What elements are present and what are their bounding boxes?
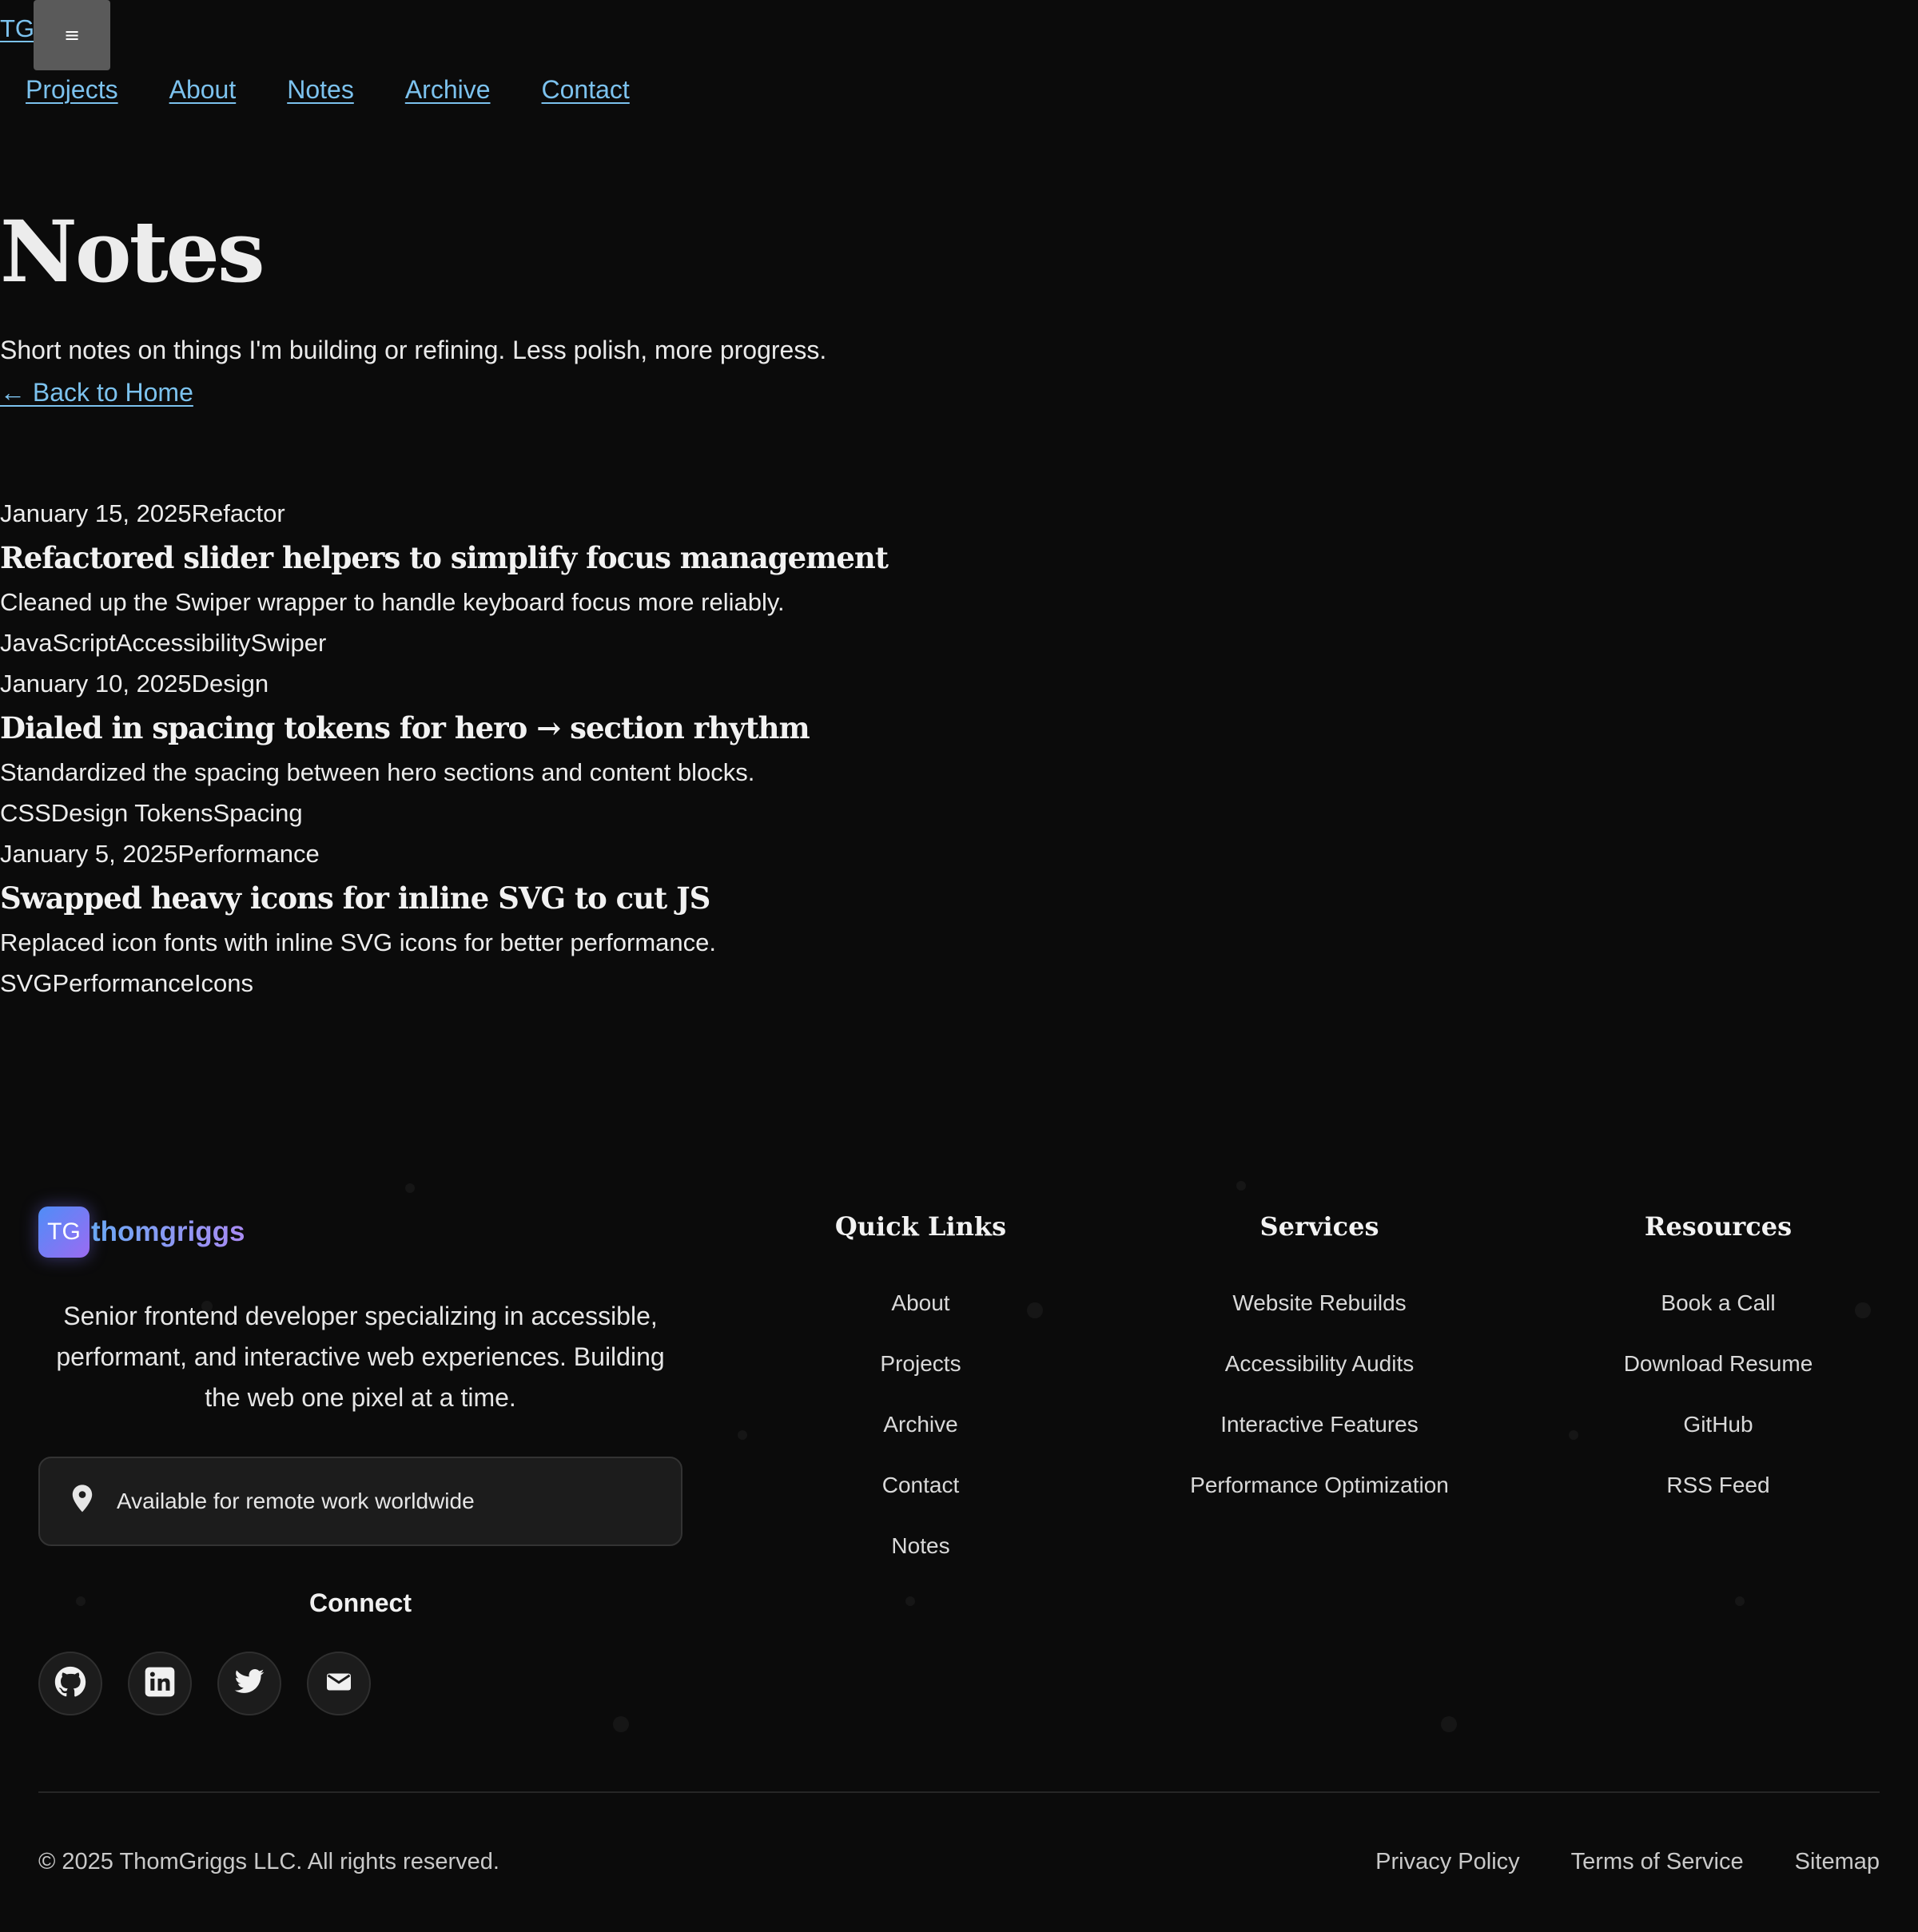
note-tags: JavaScriptAccessibilitySwiper — [0, 622, 959, 663]
twitter-link[interactable] — [217, 1652, 281, 1715]
nav-link-archive[interactable]: Archive — [405, 75, 491, 105]
note-title: Dialed in spacing tokens for hero → sect… — [0, 710, 810, 745]
social-links — [38, 1652, 371, 1715]
footer-link-download-resume[interactable]: Download Resume — [1518, 1334, 1918, 1394]
note-meta: January 10, 2025Design — [0, 663, 959, 704]
note-title: Refactored slider helpers to simplify fo… — [0, 540, 889, 575]
footer-link-interactive-features[interactable]: Interactive Features — [1120, 1394, 1519, 1455]
nav-link-about[interactable]: About — [169, 75, 237, 105]
github-link[interactable] — [38, 1652, 102, 1715]
resources-column: Resources Book a Call Download Resume Gi… — [1518, 1211, 1918, 1516]
quick-links-column: Quick Links About Projects Archive Conta… — [721, 1211, 1120, 1576]
note-summary: Standardized the spacing between hero se… — [0, 758, 755, 786]
nav-link-projects[interactable]: Projects — [26, 75, 118, 105]
footer-link-accessibility-audits[interactable]: Accessibility Audits — [1120, 1334, 1519, 1394]
note-tag: SVG — [0, 969, 53, 997]
availability-card: Available for remote work worldwide — [38, 1457, 682, 1546]
nav-link-contact[interactable]: Contact — [542, 75, 630, 105]
brand-link[interactable]: TG — [0, 16, 34, 41]
footer-link-github[interactable]: GitHub — [1518, 1394, 1918, 1455]
footer-link-book-a-call[interactable]: Book a Call — [1518, 1273, 1918, 1334]
note-tag: Icons — [193, 969, 254, 997]
location-pin-icon — [69, 1484, 96, 1520]
hamburger-icon: ≡ — [63, 24, 81, 46]
footer-link-notes[interactable]: Notes — [721, 1516, 1120, 1576]
note-item: January 15, 2025Refactor Refactored slid… — [0, 493, 959, 663]
footer-logo: TG — [38, 1207, 90, 1258]
notes-list: January 15, 2025Refactor Refactored slid… — [0, 493, 959, 1004]
note-summary: Cleaned up the Swiper wrapper to handle … — [0, 588, 785, 616]
note-meta: January 5, 2025Performance — [0, 833, 959, 874]
note-tag: Swiper — [250, 629, 327, 657]
footer-brand[interactable]: TG thomgriggs — [38, 1207, 245, 1258]
background-dot — [1441, 1716, 1457, 1732]
linkedin-icon — [144, 1666, 176, 1702]
note-item: January 10, 2025Design Dialed in spacing… — [0, 663, 959, 833]
note-category: Refactor — [191, 499, 285, 527]
note-date: January 10, 2025 — [0, 670, 192, 698]
note-tags: CSSDesign TokensSpacing — [0, 793, 959, 833]
footer-link-website-rebuilds[interactable]: Website Rebuilds — [1120, 1273, 1519, 1334]
note-date: January 5, 2025 — [0, 840, 178, 868]
menu-toggle-button[interactable]: ≡ — [34, 0, 110, 70]
copyright: © 2025 ThomGriggs LLC. All rights reserv… — [38, 1849, 499, 1874]
page-intro: Short notes on things I'm building or re… — [0, 336, 827, 364]
note-tag: Spacing — [213, 799, 303, 827]
connect-heading: Connect — [309, 1588, 412, 1617]
note-tags: SVGPerformanceIcons — [0, 963, 959, 1004]
note-tag: Performance — [52, 969, 194, 997]
footer-brand-name: thomgriggs — [91, 1216, 245, 1247]
note-category: Performance — [177, 840, 320, 868]
nav-link-notes[interactable]: Notes — [287, 75, 354, 105]
legal-links: Privacy Policy Terms of Service Sitemap — [1375, 1849, 1880, 1875]
note-tag: Design Tokens — [50, 799, 213, 827]
footer-link-contact[interactable]: Contact — [721, 1455, 1120, 1516]
note-category: Design — [191, 670, 269, 698]
resources-heading: Resources — [1644, 1211, 1793, 1242]
linkedin-link[interactable] — [128, 1652, 192, 1715]
services-heading: Services — [1259, 1211, 1379, 1242]
footer-link-archive[interactable]: Archive — [721, 1394, 1120, 1455]
twitter-icon — [233, 1666, 265, 1702]
background-dot — [1236, 1181, 1246, 1191]
back-to-home-link[interactable]: ← Back to Home — [0, 378, 193, 407]
note-tag: CSS — [0, 799, 51, 827]
note-item: January 5, 2025Performance Swapped heavy… — [0, 833, 959, 1004]
site-footer: TG thomgriggs Senior frontend developer … — [0, 1167, 1918, 1932]
footer-link-projects[interactable]: Projects — [721, 1334, 1120, 1394]
email-icon — [324, 1668, 353, 1700]
quick-links-heading: Quick Links — [834, 1211, 1007, 1242]
primary-nav: Projects About Notes Archive Contact — [26, 75, 630, 105]
footer-link-rss-feed[interactable]: RSS Feed — [1518, 1455, 1918, 1516]
background-dot — [905, 1596, 915, 1606]
note-tag: Accessibility — [115, 629, 251, 657]
page-title: Notes — [0, 201, 265, 301]
github-icon — [54, 1666, 86, 1702]
background-dot — [405, 1183, 415, 1193]
services-column: Services Website Rebuilds Accessibility … — [1120, 1211, 1519, 1516]
footer-link-performance-optimization[interactable]: Performance Optimization — [1120, 1455, 1519, 1516]
note-summary: Replaced icon fonts with inline SVG icon… — [0, 928, 717, 956]
note-tag: JavaScript — [0, 629, 116, 657]
email-link[interactable] — [307, 1652, 371, 1715]
footer-link-about[interactable]: About — [721, 1273, 1120, 1334]
footer-divider — [38, 1791, 1880, 1793]
note-meta: January 15, 2025Refactor — [0, 493, 959, 534]
footer-bio: Senior frontend developer specializing i… — [56, 1302, 665, 1412]
availability-text: Available for remote work worldwide — [117, 1489, 475, 1513]
privacy-policy-link[interactable]: Privacy Policy — [1375, 1849, 1520, 1875]
note-date: January 15, 2025 — [0, 499, 192, 527]
sitemap-link[interactable]: Sitemap — [1795, 1849, 1880, 1875]
background-dot — [1735, 1596, 1745, 1606]
note-title: Swapped heavy icons for inline SVG to cu… — [0, 881, 710, 916]
terms-of-service-link[interactable]: Terms of Service — [1571, 1849, 1744, 1875]
background-dot — [613, 1716, 629, 1732]
